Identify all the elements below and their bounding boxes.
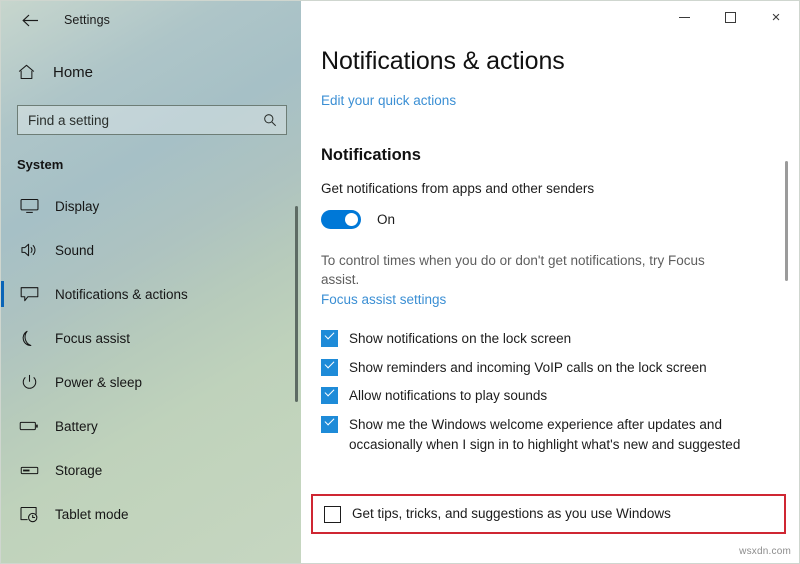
minimize-button[interactable]	[661, 1, 707, 33]
sidebar-scrollbar[interactable]	[295, 206, 298, 402]
notification-icon	[17, 283, 41, 305]
sidebar-item-sound[interactable]: Sound	[1, 228, 301, 272]
page-title: Notifications & actions	[321, 47, 565, 75]
checkbox-icon[interactable]	[321, 386, 338, 405]
selection-indicator	[1, 281, 4, 307]
sidebar-item-label: Power & sleep	[55, 374, 143, 390]
checkbox-label: Allow notifications to play sounds	[349, 388, 548, 404]
moon-icon	[17, 327, 41, 349]
battery-icon	[17, 415, 41, 437]
settings-content: Notifications & actions Edit your quick …	[301, 39, 799, 454]
sidebar-item-label: Notifications & actions	[55, 286, 188, 302]
checkbox-row-welcome-experience[interactable]: Show me the Windows welcome experience a…	[321, 415, 769, 454]
sidebar-item-power-and-sleep[interactable]: Power & sleep	[1, 360, 301, 404]
back-arrow-icon[interactable]	[15, 5, 45, 35]
sidebar-item-home[interactable]: Home	[1, 55, 301, 89]
notifications-toggle[interactable]	[321, 210, 361, 229]
sidebar-item-storage[interactable]: Storage	[1, 448, 301, 492]
edit-quick-actions-link[interactable]: Edit your quick actions	[321, 93, 456, 108]
checkbox-icon[interactable]	[321, 358, 338, 376]
notifications-toggle-label: Get notifications from apps and other se…	[321, 181, 595, 196]
close-button[interactable]: ×	[753, 1, 799, 33]
search-input[interactable]: Find a setting	[17, 105, 287, 135]
monitor-icon	[17, 195, 41, 217]
sidebar: Settings Home Find a setting System Disp…	[1, 1, 301, 563]
maximize-icon	[724, 11, 736, 23]
sidebar-item-battery[interactable]: Battery	[1, 404, 301, 448]
checkbox-label: Show reminders and incoming VoIP calls o…	[349, 359, 707, 375]
home-label: Home	[53, 63, 94, 81]
sidebar-item-focus-assist[interactable]: Focus assist	[1, 316, 301, 360]
power-icon	[17, 371, 41, 393]
close-icon: ×	[771, 8, 781, 26]
sidebar-item-label: Tablet mode	[55, 506, 129, 522]
section-title-notifications: Notifications	[321, 146, 421, 164]
sidebar-item-label: Focus assist	[55, 330, 131, 346]
app-title: Settings	[64, 13, 110, 27]
maximize-button[interactable]	[707, 1, 753, 33]
sidebar-group-title: System	[17, 157, 64, 172]
checkbox-icon[interactable]	[321, 329, 338, 348]
checkbox-label: Show notifications on the lock screen	[349, 331, 572, 347]
sidebar-item-label: Display	[55, 198, 100, 214]
storage-icon	[17, 459, 41, 481]
minimize-icon	[678, 16, 690, 18]
sidebar-titlebar: Settings	[1, 1, 301, 39]
main-scrollbar[interactable]	[785, 161, 788, 281]
notifications-toggle-row: On	[321, 210, 769, 229]
focus-assist-hint: To control times when you do or don't ge…	[321, 253, 705, 288]
main-content: × Notifications & actions Edit your quic…	[301, 1, 799, 563]
search-container: Find a setting	[17, 105, 287, 135]
tablet-mode-icon	[17, 503, 41, 525]
search-icon[interactable]	[262, 112, 278, 128]
home-icon	[15, 61, 37, 83]
toggle-state-label: On	[377, 212, 396, 227]
notification-options-list: Show notifications on the lock screen Sh…	[321, 329, 769, 454]
focus-assist-settings-link[interactable]: Focus assist settings	[321, 292, 446, 307]
checkbox-row-lock-screen[interactable]: Show notifications on the lock screen	[321, 329, 769, 349]
checkbox-row-voip-reminders[interactable]: Show reminders and incoming VoIP calls o…	[321, 358, 769, 378]
checkbox-icon-tips-tricks[interactable]	[324, 506, 341, 523]
sidebar-nav-list: Display Sound Notifications & actions Fo…	[1, 184, 301, 536]
toggle-knob	[345, 213, 358, 226]
sidebar-item-label: Sound	[55, 242, 95, 258]
settings-window: Settings Home Find a setting System Disp…	[0, 0, 800, 564]
window-controls: ×	[301, 1, 799, 39]
sidebar-item-label: Battery	[55, 418, 98, 434]
checkbox-row-play-sounds[interactable]: Allow notifications to play sounds	[321, 386, 769, 406]
speaker-icon	[17, 239, 41, 261]
checkbox-icon[interactable]	[321, 415, 338, 433]
watermark: wsxdn.com	[739, 546, 791, 557]
search-placeholder: Find a setting	[28, 112, 110, 128]
sidebar-item-label: Storage	[55, 462, 103, 478]
checkbox-label-tips-tricks: Get tips, tricks, and suggestions as you…	[352, 506, 671, 522]
sidebar-item-notifications-and-actions[interactable]: Notifications & actions	[1, 272, 301, 316]
sidebar-item-display[interactable]: Display	[1, 184, 301, 228]
sidebar-item-tablet-mode[interactable]: Tablet mode	[1, 492, 301, 536]
checkbox-label: Show me the Windows welcome experience a…	[349, 417, 741, 452]
highlighted-setting-box: Get tips, tricks, and suggestions as you…	[311, 494, 786, 534]
